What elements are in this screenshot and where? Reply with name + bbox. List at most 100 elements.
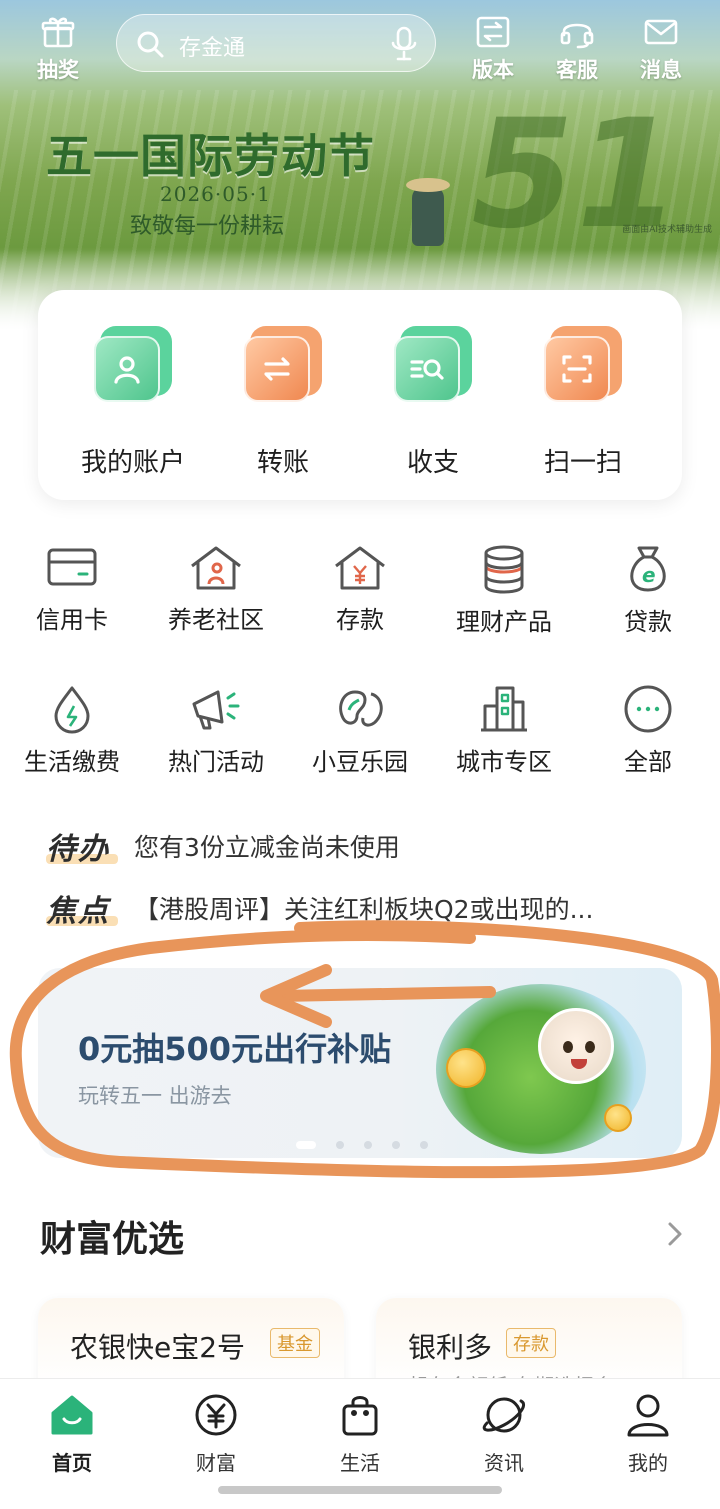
coin-icon: [604, 1104, 632, 1132]
product-name: 银利多: [408, 1331, 493, 1364]
carousel-dot[interactable]: [364, 1140, 372, 1149]
buildings-icon: [481, 686, 527, 732]
person-icon: [627, 1394, 669, 1437]
nav-mine[interactable]: 我的: [603, 1393, 693, 1476]
grid-label: 贷款: [624, 608, 672, 636]
coin-icon: [446, 1048, 486, 1088]
grid-label: 信用卡: [36, 606, 108, 634]
product-type-badge: 基金: [270, 1328, 320, 1358]
carousel-dot[interactable]: [392, 1140, 400, 1149]
focus-text: 【港股周评】关注红利板块Q2或出现的...: [134, 895, 594, 924]
search-icon: [137, 31, 164, 58]
more-dots-icon: [624, 685, 672, 733]
product-name: 农银快e宝2号: [70, 1331, 246, 1364]
utility-payment-button[interactable]: 生活缴费: [2, 684, 142, 777]
service-label: 客服: [556, 58, 598, 82]
grid-label: 热门活动: [168, 748, 264, 776]
carousel-indicator[interactable]: [296, 1134, 448, 1149]
scan-icon: [544, 326, 622, 404]
quick-action-label: 扫一扫: [543, 448, 622, 478]
quick-action-label: 收支: [406, 448, 459, 478]
grid-label: 理财产品: [456, 608, 552, 636]
lottery-label: 抽奖: [37, 58, 79, 82]
wealth-section-title: 财富优选: [40, 1219, 185, 1260]
top-bar: 抽奖 存金通 版本 客服 消息: [0, 0, 720, 90]
version-switch-icon: [476, 16, 510, 48]
nav-label: 资讯: [484, 1451, 524, 1475]
microphone-icon[interactable]: [389, 25, 419, 63]
money-bag-icon: e: [630, 546, 666, 592]
gift-icon: [41, 17, 75, 48]
city-zone-button[interactable]: 城市专区: [434, 684, 574, 777]
elderly-community-button[interactable]: 养老社区: [146, 544, 286, 635]
all-services-button[interactable]: 全部: [578, 684, 718, 777]
nav-label: 我的: [628, 1451, 668, 1475]
carousel-dot[interactable]: [420, 1140, 428, 1149]
bean-icon: [339, 690, 383, 727]
bean-park-button[interactable]: 小豆乐园: [290, 684, 430, 777]
loan-button[interactable]: e 贷款: [578, 544, 718, 637]
my-account-button[interactable]: 我的账户: [58, 326, 208, 479]
nav-life[interactable]: 生活: [315, 1393, 405, 1476]
carousel-dot[interactable]: [336, 1140, 344, 1149]
scan-button[interactable]: 扫一扫: [508, 326, 658, 479]
farmer-figure: [406, 178, 450, 246]
home-icon: [51, 1395, 93, 1435]
headset-icon: [560, 23, 594, 49]
mascot-avatar: [538, 1008, 614, 1084]
todo-text: 您有3份立减金尚未使用: [134, 833, 400, 862]
messages-button[interactable]: 消息: [631, 14, 691, 84]
lottery-button[interactable]: 抽奖: [28, 14, 88, 84]
grid-label: 小豆乐园: [312, 748, 408, 776]
wealth-products-button[interactable]: 理财产品: [434, 544, 574, 637]
credit-card-icon: [47, 548, 97, 586]
quick-actions-card: 我的账户 转账 收支 扫一扫: [38, 290, 682, 500]
envelope-icon: [644, 19, 678, 45]
quick-action-label: 我的账户: [80, 448, 185, 478]
banner-subtitle: 致敬每一份耕耘: [130, 214, 285, 239]
income-expense-button[interactable]: 收支: [358, 326, 508, 479]
user-card-icon: [94, 326, 172, 404]
transfer-button[interactable]: 转账: [208, 326, 358, 479]
promo-title: 0元抽500元出行补贴: [78, 1030, 392, 1068]
water-drop-icon: [54, 686, 90, 734]
credit-card-button[interactable]: 信用卡: [2, 544, 142, 635]
deposit-house-icon: [335, 546, 385, 590]
grid-label: 全部: [624, 748, 672, 776]
grid-label: 生活缴费: [24, 748, 120, 776]
promo-subtitle: 玩转五一 出游去: [78, 1084, 232, 1108]
todo-row[interactable]: 待办 您有3份立减金尚未使用: [46, 824, 686, 867]
deposit-button[interactable]: 存款: [290, 544, 430, 635]
nav-label: 财富: [196, 1451, 236, 1475]
svg-text:e: e: [642, 563, 656, 587]
nav-news[interactable]: 资讯: [459, 1393, 549, 1476]
promo-banner[interactable]: 0元抽500元出行补贴 玩转五一 出游去: [38, 968, 682, 1158]
megaphone-icon: [192, 690, 240, 730]
version-button[interactable]: 版本: [463, 14, 523, 84]
search-placeholder: 存金通: [179, 36, 246, 61]
home-indicator[interactable]: [218, 1486, 502, 1494]
banner-date: 2026·05·1: [160, 182, 271, 206]
chevron-right-icon[interactable]: [662, 1218, 686, 1250]
transfer-icon: [244, 326, 322, 404]
todo-tag: 待办: [46, 824, 118, 868]
carousel-dot-active[interactable]: [296, 1140, 316, 1149]
banner-title: 五一国际劳动节: [46, 129, 375, 183]
yen-circle-icon: [195, 1394, 237, 1436]
nav-label: 首页: [52, 1451, 92, 1475]
shopping-bag-icon: [342, 1396, 378, 1436]
focus-row[interactable]: 焦点 【港股周评】关注红利板块Q2或出现的...: [46, 886, 686, 929]
elderly-home-icon: [191, 546, 241, 590]
customer-service-button[interactable]: 客服: [547, 14, 607, 84]
grid-label: 养老社区: [168, 606, 264, 634]
nav-home[interactable]: 首页: [27, 1393, 117, 1476]
coin-stack-icon: [484, 545, 524, 594]
ai-generated-note: 画面由AI技术辅助生成: [622, 225, 712, 235]
nav-wealth[interactable]: 财富: [171, 1393, 261, 1476]
quick-action-label: 转账: [256, 448, 309, 478]
grid-label: 城市专区: [456, 748, 552, 776]
search-bar[interactable]: 存金通: [116, 14, 436, 72]
focus-tag: 焦点: [46, 886, 118, 930]
version-label: 版本: [472, 58, 514, 82]
hot-activities-button[interactable]: 热门活动: [146, 684, 286, 777]
